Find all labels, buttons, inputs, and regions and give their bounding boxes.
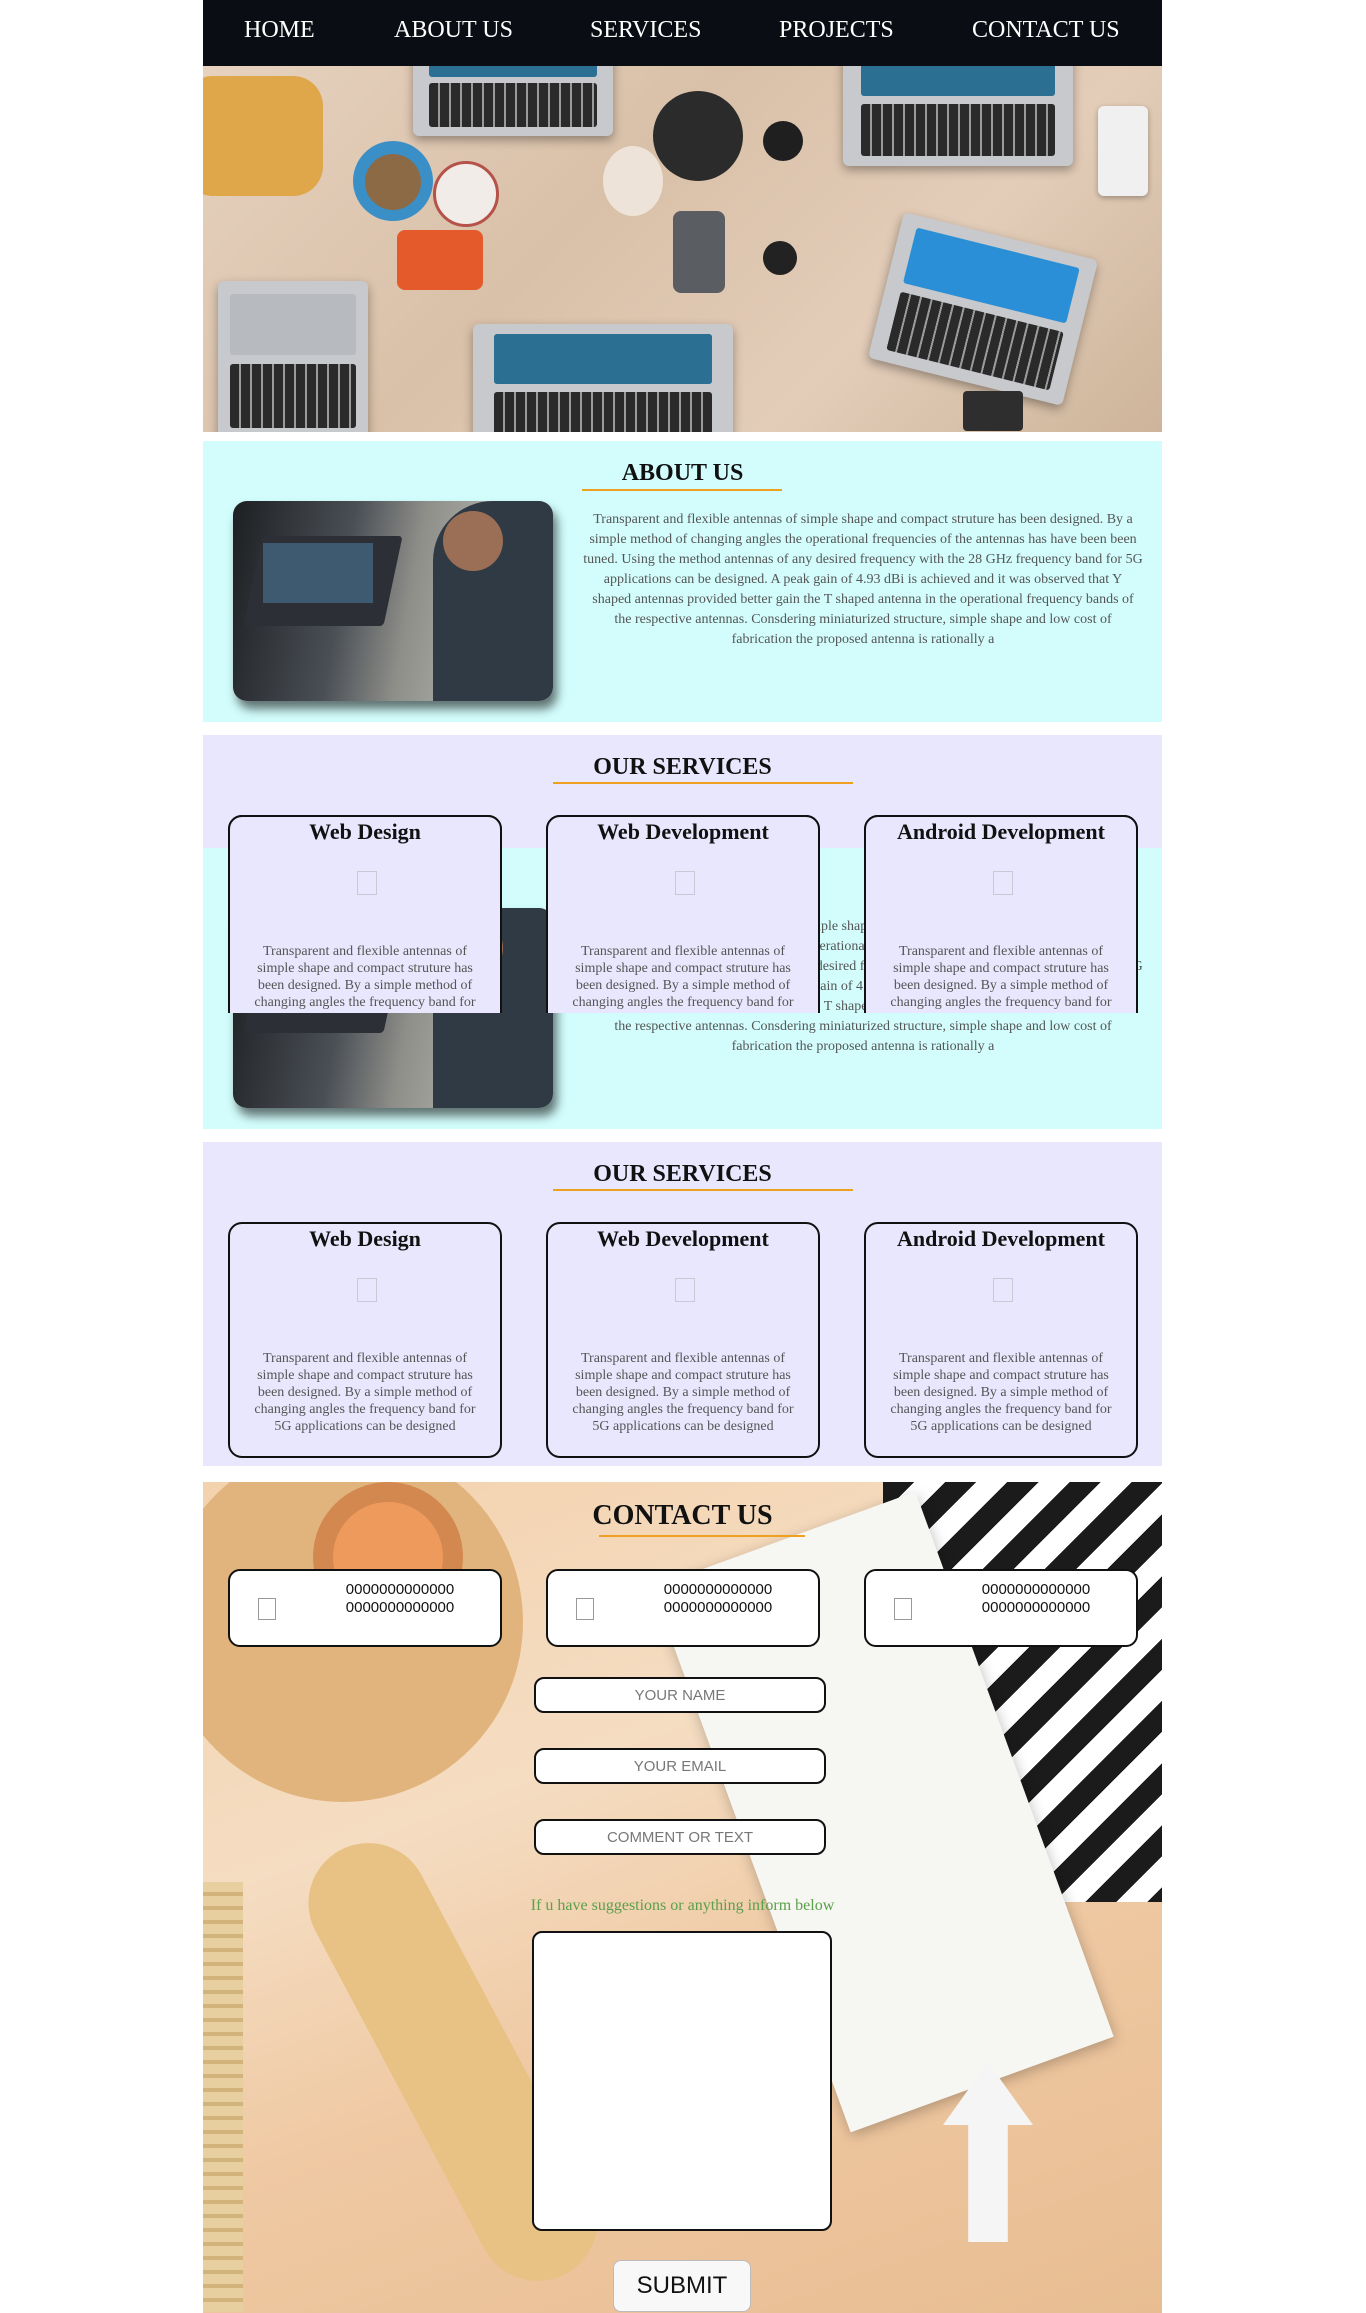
email-input[interactable] [534, 1748, 826, 1784]
contact-title-underline [599, 1535, 805, 1537]
nav-home[interactable]: HOME [244, 17, 315, 44]
service-card-web-development: Web Development Transparent and flexible… [546, 1222, 820, 1458]
contact-card-3: 0000000000000 0000000000000 [864, 1569, 1138, 1647]
placeholder-icon [258, 1598, 276, 1620]
submit-button[interactable]: SUBMIT [613, 2260, 751, 2312]
service-card-android-development-overflow: Android Development Transparent and flex… [864, 815, 1138, 1013]
comment-input[interactable] [534, 1819, 826, 1855]
name-input[interactable] [534, 1677, 826, 1713]
services-section-duplicate: OUR SERVICES Web Design Transparent and … [203, 1142, 1162, 1466]
about-text: Transparent and flexible antennas of sim… [583, 512, 1143, 647]
contact-line: 0000000000000 [981, 1599, 1091, 1616]
services-title-underline [553, 1189, 853, 1191]
service-description: Transparent and flexible antennas of sim… [572, 1351, 794, 1434]
about-title: ABOUT US [621, 460, 744, 486]
contact-line: 0000000000000 [663, 1581, 773, 1598]
nav-services[interactable]: SERVICES [590, 17, 701, 44]
placeholder-icon [357, 1278, 377, 1302]
service-name: Android Development [897, 819, 1105, 844]
service-card-android-development: Android Development Transparent and flex… [864, 1222, 1138, 1458]
about-section: ABOUT US Transparent and flexible antenn… [203, 441, 1162, 722]
contact-line: 0000000000000 [345, 1599, 455, 1616]
service-description: Transparent and flexible antennas of sim… [890, 944, 1112, 1013]
contact-title: CONTACT US [592, 1500, 773, 1531]
service-name: Web Design [309, 1226, 421, 1251]
contact-card-1: 0000000000000 0000000000000 [228, 1569, 502, 1647]
placeholder-icon [675, 871, 695, 895]
about-title-underline [582, 489, 782, 491]
nav-projects[interactable]: PROJECTS [779, 17, 894, 44]
service-name: Android Development [897, 1226, 1105, 1251]
service-card-web-development-overflow: Web Development Transparent and flexible… [546, 815, 820, 1013]
services-title: OUR SERVICES [593, 1161, 772, 1187]
services-overflow-layer: Web Design Transparent and flexible ante… [203, 735, 1162, 1013]
contact-line: 0000000000000 [981, 1581, 1091, 1598]
placeholder-icon [357, 871, 377, 895]
service-name: Web Development [597, 1226, 769, 1251]
placeholder-icon [576, 1598, 594, 1620]
suggestions-textarea[interactable] [532, 1931, 832, 2231]
service-description: Transparent and flexible antennas of sim… [254, 944, 476, 1013]
service-name: Web Design [309, 819, 421, 844]
service-description: Transparent and flexible antennas of sim… [572, 944, 794, 1013]
top-nav: HOME ABOUT US SERVICES PROJECTS CONTACT … [203, 0, 1162, 66]
nav-contact-us[interactable]: CONTACT US [972, 17, 1120, 44]
service-description: Transparent and flexible antennas of sim… [254, 1351, 476, 1434]
placeholder-icon [675, 1278, 695, 1302]
service-description: Transparent and flexible antennas of sim… [890, 1351, 1112, 1434]
contact-line: 0000000000000 [663, 1599, 773, 1616]
contact-card-2: 0000000000000 0000000000000 [546, 1569, 820, 1647]
about-photo [233, 501, 553, 701]
service-card-web-design-overflow: Web Design Transparent and flexible ante… [228, 815, 502, 1013]
placeholder-icon [993, 1278, 1013, 1302]
contact-section: CONTACT US 0000000000000 0000000000000 0… [203, 1482, 1162, 2313]
placeholder-icon [993, 871, 1013, 895]
suggestions-hint: If u have suggestions or anything inform… [530, 1897, 835, 1914]
nav-about-us[interactable]: ABOUT US [394, 17, 513, 44]
service-name: Web Development [597, 819, 769, 844]
hero-image [203, 66, 1162, 432]
contact-line: 0000000000000 [345, 1581, 455, 1598]
service-card-web-design: Web Design Transparent and flexible ante… [228, 1222, 502, 1458]
placeholder-icon [894, 1598, 912, 1620]
